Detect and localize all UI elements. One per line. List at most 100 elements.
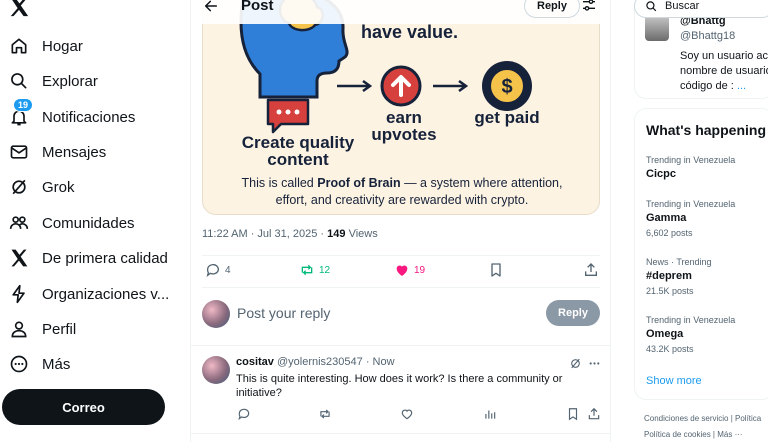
comment-header: cositav @yolernis230547 · Now bbox=[236, 356, 395, 368]
trend-item[interactable]: Trending in Venezuela Omega 43.2K posts bbox=[646, 315, 735, 354]
speech-bubble-icon bbox=[266, 98, 310, 134]
nav-premium-label: De primera calidad bbox=[42, 249, 168, 267]
heart-icon[interactable] bbox=[400, 407, 414, 421]
repost-count: 12 bbox=[319, 264, 331, 276]
heart-icon bbox=[396, 265, 408, 276]
views-icon[interactable] bbox=[483, 407, 497, 421]
views-label: Views bbox=[345, 228, 378, 240]
comment-handle: @yolernis230547 · Now bbox=[276, 356, 395, 368]
nav-home-label: Hogar bbox=[42, 37, 83, 55]
footer-links[interactable]: Condiciones de servicio | Política bbox=[644, 414, 761, 423]
post-button[interactable]: Correo bbox=[2, 389, 165, 425]
repost-icon[interactable] bbox=[318, 407, 332, 421]
search-icon bbox=[8, 70, 30, 92]
nav-premium[interactable]: De primera calidad bbox=[8, 242, 168, 274]
nav-profile-label: Perfil bbox=[42, 320, 77, 338]
footer-links[interactable]: Política de cookies | Más ··· bbox=[644, 430, 743, 439]
divider bbox=[191, 345, 610, 346]
nav-grok[interactable]: Grok bbox=[8, 171, 75, 203]
trend-category: Trending in Venezuela bbox=[646, 155, 736, 165]
divider bbox=[191, 433, 610, 434]
page-title: Post bbox=[241, 0, 274, 14]
share-icon bbox=[585, 263, 597, 276]
trend-posts: 6,602 posts bbox=[646, 228, 693, 238]
comment-author[interactable]: cositav bbox=[236, 356, 274, 368]
grok-icon[interactable] bbox=[569, 357, 582, 370]
right-sidebar: @Bhattg @Bhattg18 Soy un usuario act nom… bbox=[622, 0, 768, 442]
repost-action[interactable]: 12 bbox=[299, 262, 330, 278]
nav-messages[interactable]: Mensajes bbox=[8, 136, 106, 168]
step-create-content: Create quality content bbox=[241, 133, 355, 169]
divider bbox=[202, 287, 600, 288]
trend-posts: 43.2K posts bbox=[646, 344, 694, 354]
reply-action[interactable]: 4 bbox=[205, 262, 231, 278]
caption-bold: Proof of Brain bbox=[317, 176, 401, 190]
nav-more-label: Más bbox=[42, 355, 71, 373]
step-earn-upvotes: earn upvotes bbox=[371, 108, 437, 144]
comment-item[interactable]: cositav @yolernis230547 · Now This is qu… bbox=[191, 347, 610, 442]
reply-filter-button[interactable]: Reply bbox=[524, 0, 580, 18]
nav-profile[interactable]: Perfil bbox=[8, 313, 76, 345]
trend-posts: 21.5K posts bbox=[646, 286, 694, 296]
post-header: Post Reply bbox=[191, 0, 610, 24]
reply-icon[interactable] bbox=[237, 407, 251, 421]
x-icon bbox=[8, 247, 30, 269]
avatar[interactable] bbox=[202, 356, 230, 384]
trend-item[interactable]: Trending in Venezuela Cicpc bbox=[646, 155, 735, 180]
nav-notifications[interactable]: 19 Notificaciones bbox=[8, 98, 136, 133]
reply-icon bbox=[206, 264, 219, 277]
bookmark-action[interactable] bbox=[488, 262, 508, 278]
main-column: have value. $ Create quality content ear… bbox=[190, 0, 611, 442]
profile-bio-line: código de : bbox=[680, 80, 734, 92]
avatar bbox=[202, 300, 230, 328]
more-icon[interactable] bbox=[588, 357, 601, 370]
post-image[interactable]: have value. $ Create quality content ear… bbox=[202, 0, 600, 215]
search-placeholder: Buscar bbox=[665, 0, 700, 12]
svg-text:$: $ bbox=[501, 76, 512, 98]
nav-explore[interactable]: Explorar bbox=[8, 65, 98, 97]
left-sidebar: Hogar Explorar 19 Notificaciones Mensaje… bbox=[0, 0, 190, 442]
nav-explore-label: Explorar bbox=[42, 72, 98, 90]
nav-grok-label: Grok bbox=[42, 178, 75, 196]
show-more-link[interactable]: Show more bbox=[646, 375, 702, 387]
sliders-icon[interactable] bbox=[581, 0, 597, 13]
profile-handle: @Bhattg18 bbox=[680, 30, 736, 42]
share-action[interactable] bbox=[583, 262, 603, 278]
nav-home[interactable]: Hogar bbox=[8, 30, 83, 62]
nav-notifications-label: Notificaciones bbox=[42, 108, 136, 126]
trend-name: Omega bbox=[646, 328, 684, 340]
reply-count: 4 bbox=[225, 264, 231, 276]
post-timestamp: 11:22 AM · Jul 31, 2025 · 149 Views bbox=[202, 228, 378, 240]
nav-messages-label: Mensajes bbox=[42, 143, 107, 161]
bell-icon: 19 bbox=[8, 98, 34, 128]
trend-item[interactable]: News · Trending #deprem 21.5K posts bbox=[646, 257, 712, 296]
like-action[interactable]: 19 bbox=[394, 262, 425, 278]
upvote-icon bbox=[380, 65, 422, 107]
back-arrow-icon[interactable] bbox=[203, 0, 219, 14]
trend-item[interactable]: Trending in Venezuela Gamma 6,602 posts bbox=[646, 199, 735, 238]
divider bbox=[202, 255, 600, 256]
nav-more[interactable]: Más bbox=[8, 348, 70, 380]
image-title: have value. bbox=[361, 22, 459, 42]
trend-name: #deprem bbox=[646, 270, 692, 282]
grok-icon bbox=[8, 176, 30, 198]
bookmark-icon[interactable] bbox=[566, 407, 580, 421]
trend-category: Trending in Venezuela bbox=[646, 315, 736, 325]
arrow-right-icon bbox=[337, 79, 373, 93]
x-logo-icon[interactable] bbox=[8, 0, 30, 18]
trends-title: What's happening bbox=[646, 122, 766, 138]
notification-badge: 19 bbox=[13, 98, 34, 112]
profile-bio-more[interactable]: ... bbox=[737, 80, 746, 92]
home-icon bbox=[8, 35, 30, 57]
search-input[interactable]: Buscar bbox=[634, 0, 768, 18]
coin-icon: $ bbox=[482, 61, 532, 111]
nav-organizations[interactable]: Organizaciones v... bbox=[8, 278, 169, 310]
step-get-paid: get paid bbox=[474, 108, 540, 127]
like-count: 19 bbox=[414, 264, 426, 276]
reply-input[interactable]: Post your reply bbox=[237, 305, 330, 321]
share-icon[interactable] bbox=[587, 407, 601, 421]
nav-communities[interactable]: Comunidades bbox=[8, 207, 135, 239]
views-count: 149 bbox=[327, 228, 346, 240]
reply-button[interactable]: Reply bbox=[546, 300, 600, 326]
caption-text: This is called bbox=[241, 176, 318, 190]
